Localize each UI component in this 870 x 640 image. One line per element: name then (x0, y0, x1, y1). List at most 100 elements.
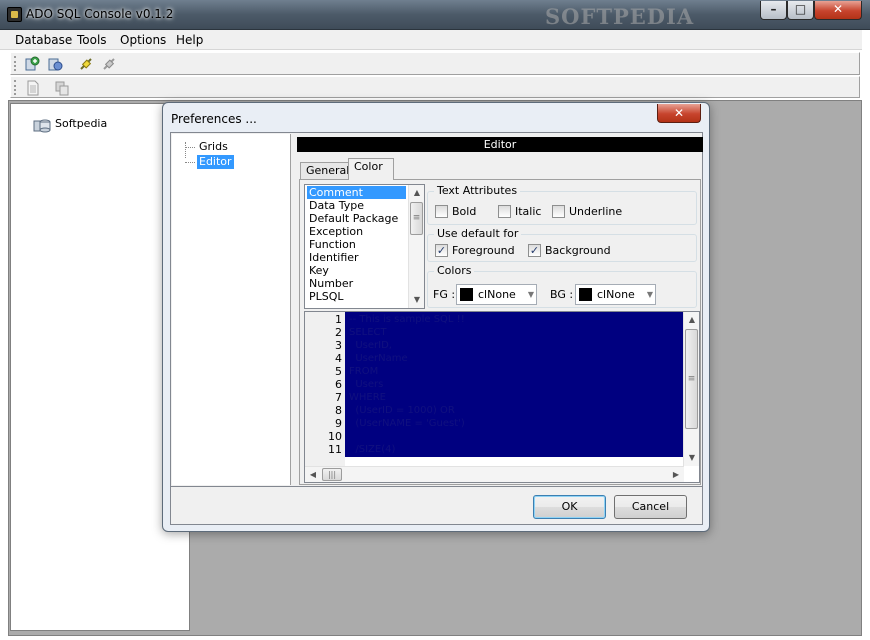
line-number: 10 (328, 430, 342, 443)
tab-color[interactable]: Color (348, 158, 394, 180)
list-item[interactable]: Default Package (307, 212, 400, 225)
text-attributes-group: Text Attributes Bold Italic Underline (427, 184, 697, 225)
plug-disconnect-icon[interactable] (101, 56, 117, 72)
list-item[interactable]: Function (307, 238, 358, 251)
checkmark-icon[interactable]: ✓ (528, 244, 541, 257)
scroll-down-icon[interactable]: ▼ (409, 292, 424, 308)
chevron-down-icon: ▼ (646, 290, 653, 299)
color-tab-panel: Comment Data Type Default Package Except… (299, 179, 701, 485)
scroll-left-icon[interactable]: ◀ (305, 467, 321, 482)
main-toolbar (10, 52, 860, 75)
bold-checkbox[interactable]: Bold (435, 205, 476, 218)
group-title: Text Attributes (434, 184, 521, 197)
section-header: Editor (297, 137, 703, 152)
close-button[interactable]: ✕ (814, 1, 862, 20)
tab-general[interactable]: General (300, 162, 349, 179)
code-line: UserName (349, 353, 408, 364)
checkbox-label: Underline (569, 205, 623, 218)
list-scrollbar[interactable]: ▲ ≡ ▼ (408, 185, 424, 308)
dialog-footer: OK Cancel (170, 487, 703, 525)
toolbar-grip[interactable] (14, 56, 16, 71)
list-item[interactable]: Comment (307, 186, 406, 199)
database-server-icon (33, 119, 51, 133)
code-line: (UserID = 1000) OR (349, 405, 455, 416)
checkbox-label: Foreground (452, 244, 515, 257)
maximize-button[interactable]: □ (787, 1, 814, 20)
list-item[interactable]: Identifier (307, 251, 361, 264)
syntax-category-list[interactable]: Comment Data Type Default Package Except… (304, 184, 425, 309)
menu-tools[interactable]: Tools (77, 33, 107, 47)
ok-button[interactable]: OK (533, 495, 606, 519)
list-item[interactable]: Data Type (307, 199, 366, 212)
checkmark-icon[interactable]: ✓ (435, 244, 448, 257)
preferences-dialog: Preferences ... ✕ Grids Editor Editor Ge… (162, 102, 710, 532)
list-item[interactable]: PLSQL (307, 290, 346, 303)
list-item[interactable]: Number (307, 277, 355, 290)
line-number: 9 (335, 417, 342, 430)
execute-query-icon[interactable] (54, 80, 70, 96)
menu-database[interactable]: Database (15, 33, 72, 47)
bg-color-select[interactable]: clNone ▼ (575, 284, 656, 305)
connect-database-icon[interactable] (47, 56, 63, 72)
background-checkbox[interactable]: ✓ Background (528, 244, 611, 257)
checkbox-label: Background (545, 244, 611, 257)
checkbox-box[interactable] (435, 205, 448, 218)
window-title-bar: ADO SQL Console v0.1.2 SOFTPEDIA – □ ✕ (0, 0, 870, 30)
checkbox-box[interactable] (552, 205, 565, 218)
minimize-button[interactable]: – (760, 1, 787, 20)
code-line: WHERE (349, 392, 386, 403)
new-document-icon[interactable] (25, 80, 41, 96)
tree-connector (185, 147, 195, 148)
scroll-thumb[interactable]: ||| (322, 468, 342, 481)
code-line: (UserNAME = 'Guest') (349, 418, 465, 429)
plug-connect-icon[interactable] (78, 56, 94, 72)
editor-vertical-scrollbar[interactable]: ▲ ≡ ▼ (683, 312, 699, 466)
line-number: 4 (335, 352, 342, 365)
preferences-nav-tree: Grids Editor (172, 134, 291, 485)
cancel-button[interactable]: Cancel (614, 495, 687, 519)
line-number-gutter: 1 2 3 4 5 6 7 8 9 10 11 (305, 312, 345, 466)
color-swatch (579, 288, 592, 301)
dialog-close-button[interactable]: ✕ (657, 104, 701, 123)
code-line: UserID, (349, 340, 392, 351)
bg-label: BG : (550, 288, 574, 301)
toolbar-grip[interactable] (14, 80, 16, 95)
color-swatch (460, 288, 473, 301)
menu-options[interactable]: Options (120, 33, 166, 47)
fg-color-select[interactable]: clNone ▼ (456, 284, 537, 305)
colors-group: Colors FG : clNone ▼ BG : clNone ▼ (427, 264, 697, 308)
dialog-title: Preferences ... (171, 112, 257, 126)
fg-label: FG : (433, 288, 456, 301)
scroll-down-icon[interactable]: ▼ (684, 450, 699, 466)
scroll-up-icon[interactable]: ▲ (684, 312, 699, 328)
underline-checkbox[interactable]: Underline (552, 205, 622, 218)
menu-help[interactable]: Help (176, 33, 203, 47)
italic-checkbox[interactable]: Italic (498, 205, 541, 218)
line-number: 6 (335, 378, 342, 391)
scroll-up-icon[interactable]: ▲ (409, 185, 424, 201)
line-number: 3 (335, 339, 342, 352)
group-title: Colors (434, 264, 475, 277)
line-number: 5 (335, 365, 342, 378)
tree-node-label: Softpedia (55, 117, 108, 130)
watermark: SOFTPEDIA (545, 4, 695, 29)
group-title: Use default for (434, 227, 522, 240)
scroll-thumb[interactable]: ≡ (410, 202, 423, 235)
window-title: ADO SQL Console v0.1.2 (26, 7, 174, 21)
scroll-right-icon[interactable]: ▶ (668, 467, 684, 482)
editor-horizontal-scrollbar[interactable]: ◀ ||| ▶ (305, 466, 684, 482)
sql-preview-editor[interactable]: 1 2 3 4 5 6 7 8 9 10 11 -- This is sampl… (304, 311, 700, 483)
list-item[interactable]: Key (307, 264, 331, 277)
nav-item-grids[interactable]: Grids (197, 140, 230, 154)
code-line: SELECT (349, 327, 387, 338)
scroll-thumb[interactable]: ≡ (685, 329, 698, 429)
chevron-down-icon: ▼ (527, 290, 534, 299)
add-connection-icon[interactable] (24, 56, 40, 72)
nav-item-editor[interactable]: Editor (197, 155, 234, 169)
dialog-body: Grids Editor Editor General Color Commen… (170, 132, 703, 487)
select-value: clNone (478, 288, 516, 301)
checkbox-box[interactable] (498, 205, 511, 218)
list-item[interactable]: Exception (307, 225, 365, 238)
foreground-checkbox[interactable]: ✓ Foreground (435, 244, 515, 257)
code-area[interactable] (345, 312, 684, 457)
